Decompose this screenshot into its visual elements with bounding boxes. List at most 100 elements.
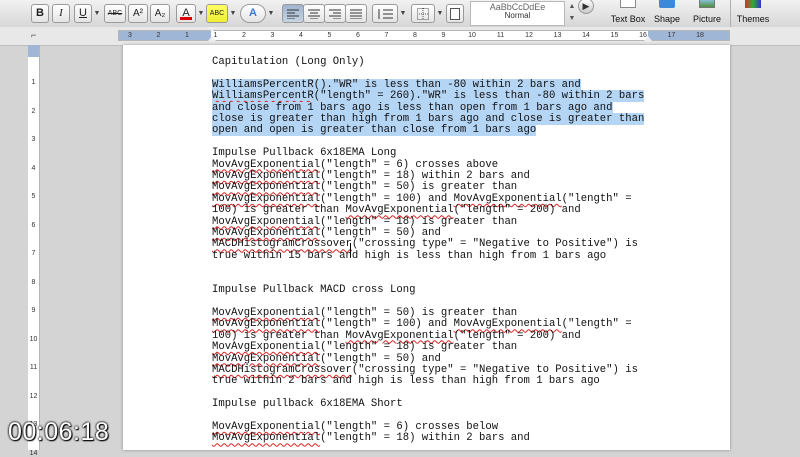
bold-button[interactable]: B xyxy=(31,4,49,23)
style-gallery-nav[interactable]: ▲ ▼ xyxy=(567,1,577,26)
themes-button[interactable]: Themes xyxy=(735,0,771,27)
ruler-tick-label: 8 xyxy=(413,32,417,39)
spellcheck-word: WilliamsPercentR xyxy=(212,90,314,103)
formatting-toolbar: B I U ▼ ABC A² A₂ A ▼ ABC ▼ A ▼ ▼ ▼ AaBb… xyxy=(0,0,800,28)
selected-text: ("length" = 260)."WR" is less than -80 w… xyxy=(313,90,645,103)
ruler-tick-label: 1 xyxy=(185,32,189,39)
ruler-tick-label: 11 xyxy=(496,32,505,39)
columns-icon xyxy=(450,8,460,20)
align-left-button[interactable] xyxy=(282,4,304,23)
document-page[interactable]: Capitulation (Long Only) WilliamsPercent… xyxy=(123,45,730,450)
selected-text: and close from 1 bars ago is less than o… xyxy=(212,101,613,114)
horizontal-ruler-bar: ⌐ 3 2 1 1 2 3 4 5 6 7 8 9 10 11 12 13 14 15 16 17 18 xyxy=(0,27,800,46)
vertical-ruler-tick-label: 1 xyxy=(31,79,36,86)
vertical-ruler-tick-label: 5 xyxy=(31,193,36,200)
document-body[interactable]: Capitulation (Long Only) WilliamsPercent… xyxy=(212,56,652,445)
text-effects-button[interactable]: A xyxy=(240,4,266,23)
spellcheck-word: WilliamsPercentR xyxy=(212,78,314,91)
vertical-ruler-tick-label: 6 xyxy=(31,221,36,229)
strikethrough-button[interactable]: ABC xyxy=(104,4,126,23)
heading-impulse-pullback-macd: Impulse Pullback MACD cross Long xyxy=(212,284,416,297)
themes-label: Themes xyxy=(736,14,770,24)
text-box-label: Text Box xyxy=(610,14,646,24)
heading-impulse-pullback-short: Impulse pullback 6x18EMA Short xyxy=(212,398,403,411)
font-color-dropdown-icon[interactable]: ▼ xyxy=(197,4,205,23)
ruler-tick-label: 4 xyxy=(299,32,303,39)
vertical-ruler-tick-label: 3 xyxy=(31,136,36,143)
right-margin-region xyxy=(648,31,729,40)
style-down-icon[interactable]: ▼ xyxy=(567,13,577,25)
italic-button[interactable]: I xyxy=(52,4,70,23)
align-left-icon xyxy=(287,9,299,20)
ruler-tick-label: 13 xyxy=(553,32,562,39)
highlight-button[interactable]: ABC xyxy=(206,4,228,23)
justify-button[interactable] xyxy=(345,4,367,23)
borders-dropdown-icon[interactable]: ▼ xyxy=(436,4,444,23)
text-effects-dropdown-icon[interactable]: ▼ xyxy=(267,4,275,23)
text-cursor-ibeam-icon xyxy=(350,243,351,257)
line-spacing-icon xyxy=(378,9,393,19)
font-color-swatch xyxy=(180,17,192,20)
line-spacing-dropdown-icon[interactable]: ▼ xyxy=(399,4,407,23)
first-line-indent-marker[interactable] xyxy=(208,27,216,32)
ruler-tick-label: 2 xyxy=(156,32,161,39)
picture-button[interactable]: Picture xyxy=(688,0,726,27)
columns-button[interactable] xyxy=(446,4,464,23)
vertical-ruler-tick-label: 4 xyxy=(31,164,36,172)
shape-label: Shape xyxy=(653,14,681,24)
ruler-tick-label: 6 xyxy=(356,32,360,39)
justify-icon xyxy=(350,9,362,20)
selected-text: ()."WR" is less than -80 within 2 bars a… xyxy=(313,78,581,91)
ruler-tick-label: 3 xyxy=(128,32,132,39)
styles-pane-icon[interactable]: ▶ xyxy=(578,0,594,14)
ruler-tick-label: 17 xyxy=(667,32,676,39)
superscript-button[interactable]: A² xyxy=(128,4,148,23)
text-box-icon xyxy=(620,0,636,8)
shape-button[interactable]: Shape xyxy=(650,0,684,27)
underline-dropdown-icon[interactable]: ▼ xyxy=(93,4,101,23)
code-line: true within 15 bars and high is less tha… xyxy=(212,249,607,262)
ruler-tick-label: 15 xyxy=(610,32,619,39)
selected-line-5: open and open is greater than close from… xyxy=(212,124,652,137)
vertical-ruler-tick-label: 7 xyxy=(31,250,36,257)
left-indent-marker[interactable] xyxy=(208,36,216,41)
toolbar-divider xyxy=(730,0,731,27)
ruler-tick-label: 18 xyxy=(696,32,704,39)
horizontal-ruler[interactable]: 3 2 1 1 2 3 4 5 6 7 8 9 10 11 12 13 14 15 16 17 18 xyxy=(118,27,730,41)
right-indent-marker[interactable] xyxy=(644,36,652,41)
ruler-tick-label: 12 xyxy=(525,32,533,39)
video-timestamp: 00:06:18 xyxy=(8,418,110,446)
themes-icon xyxy=(745,0,761,8)
line-spacing-button[interactable] xyxy=(372,4,398,23)
vertical-ruler-tick-label: 10 xyxy=(29,335,38,343)
top-margin-region xyxy=(28,45,39,57)
vertical-ruler[interactable]: 1 2 3 4 5 6 7 8 9 10 11 12 13 14 xyxy=(28,45,40,457)
style-up-icon[interactable]: ▲ xyxy=(567,1,577,13)
text-box-button[interactable]: Text Box xyxy=(609,0,647,27)
ruler-tick-label: 10 xyxy=(468,32,476,39)
tab-selector-icon[interactable]: ⌐ xyxy=(31,30,36,40)
align-center-button[interactable] xyxy=(303,4,325,23)
selected-text: open and open is greater than close from… xyxy=(212,124,537,137)
vertical-ruler-tick-label: 14 xyxy=(29,449,38,457)
ruler-tick-label: 14 xyxy=(582,32,590,39)
font-color-button[interactable]: A xyxy=(176,4,196,23)
selected-text: close is greater than high from 1 bars a… xyxy=(212,113,645,126)
ruler-tick-label: 9 xyxy=(441,32,446,39)
code-line: true within 2 bars and high is less than… xyxy=(212,375,600,388)
picture-label: Picture xyxy=(692,14,721,24)
vertical-ruler-tick-label: 8 xyxy=(31,278,36,286)
style-name: Normal xyxy=(504,11,531,20)
vertical-ruler-tick-label: 9 xyxy=(31,307,36,314)
ruler-tick-label: 3 xyxy=(270,32,275,39)
selected-line-2: WilliamsPercentR("length" = 260)."WR" is… xyxy=(212,90,652,103)
borders-icon xyxy=(417,8,429,20)
highlight-dropdown-icon[interactable]: ▼ xyxy=(229,4,237,23)
style-gallery[interactable]: AaBbCcDdEe Normal xyxy=(470,1,565,26)
borders-button[interactable] xyxy=(411,4,435,23)
vertical-ruler-tick-label: 2 xyxy=(31,107,36,115)
align-right-button[interactable] xyxy=(324,4,346,23)
code-line: MovAvgExponential("length" = 18) within … xyxy=(212,432,530,445)
underline-button[interactable]: U xyxy=(74,4,92,23)
subscript-button[interactable]: A₂ xyxy=(150,4,170,23)
